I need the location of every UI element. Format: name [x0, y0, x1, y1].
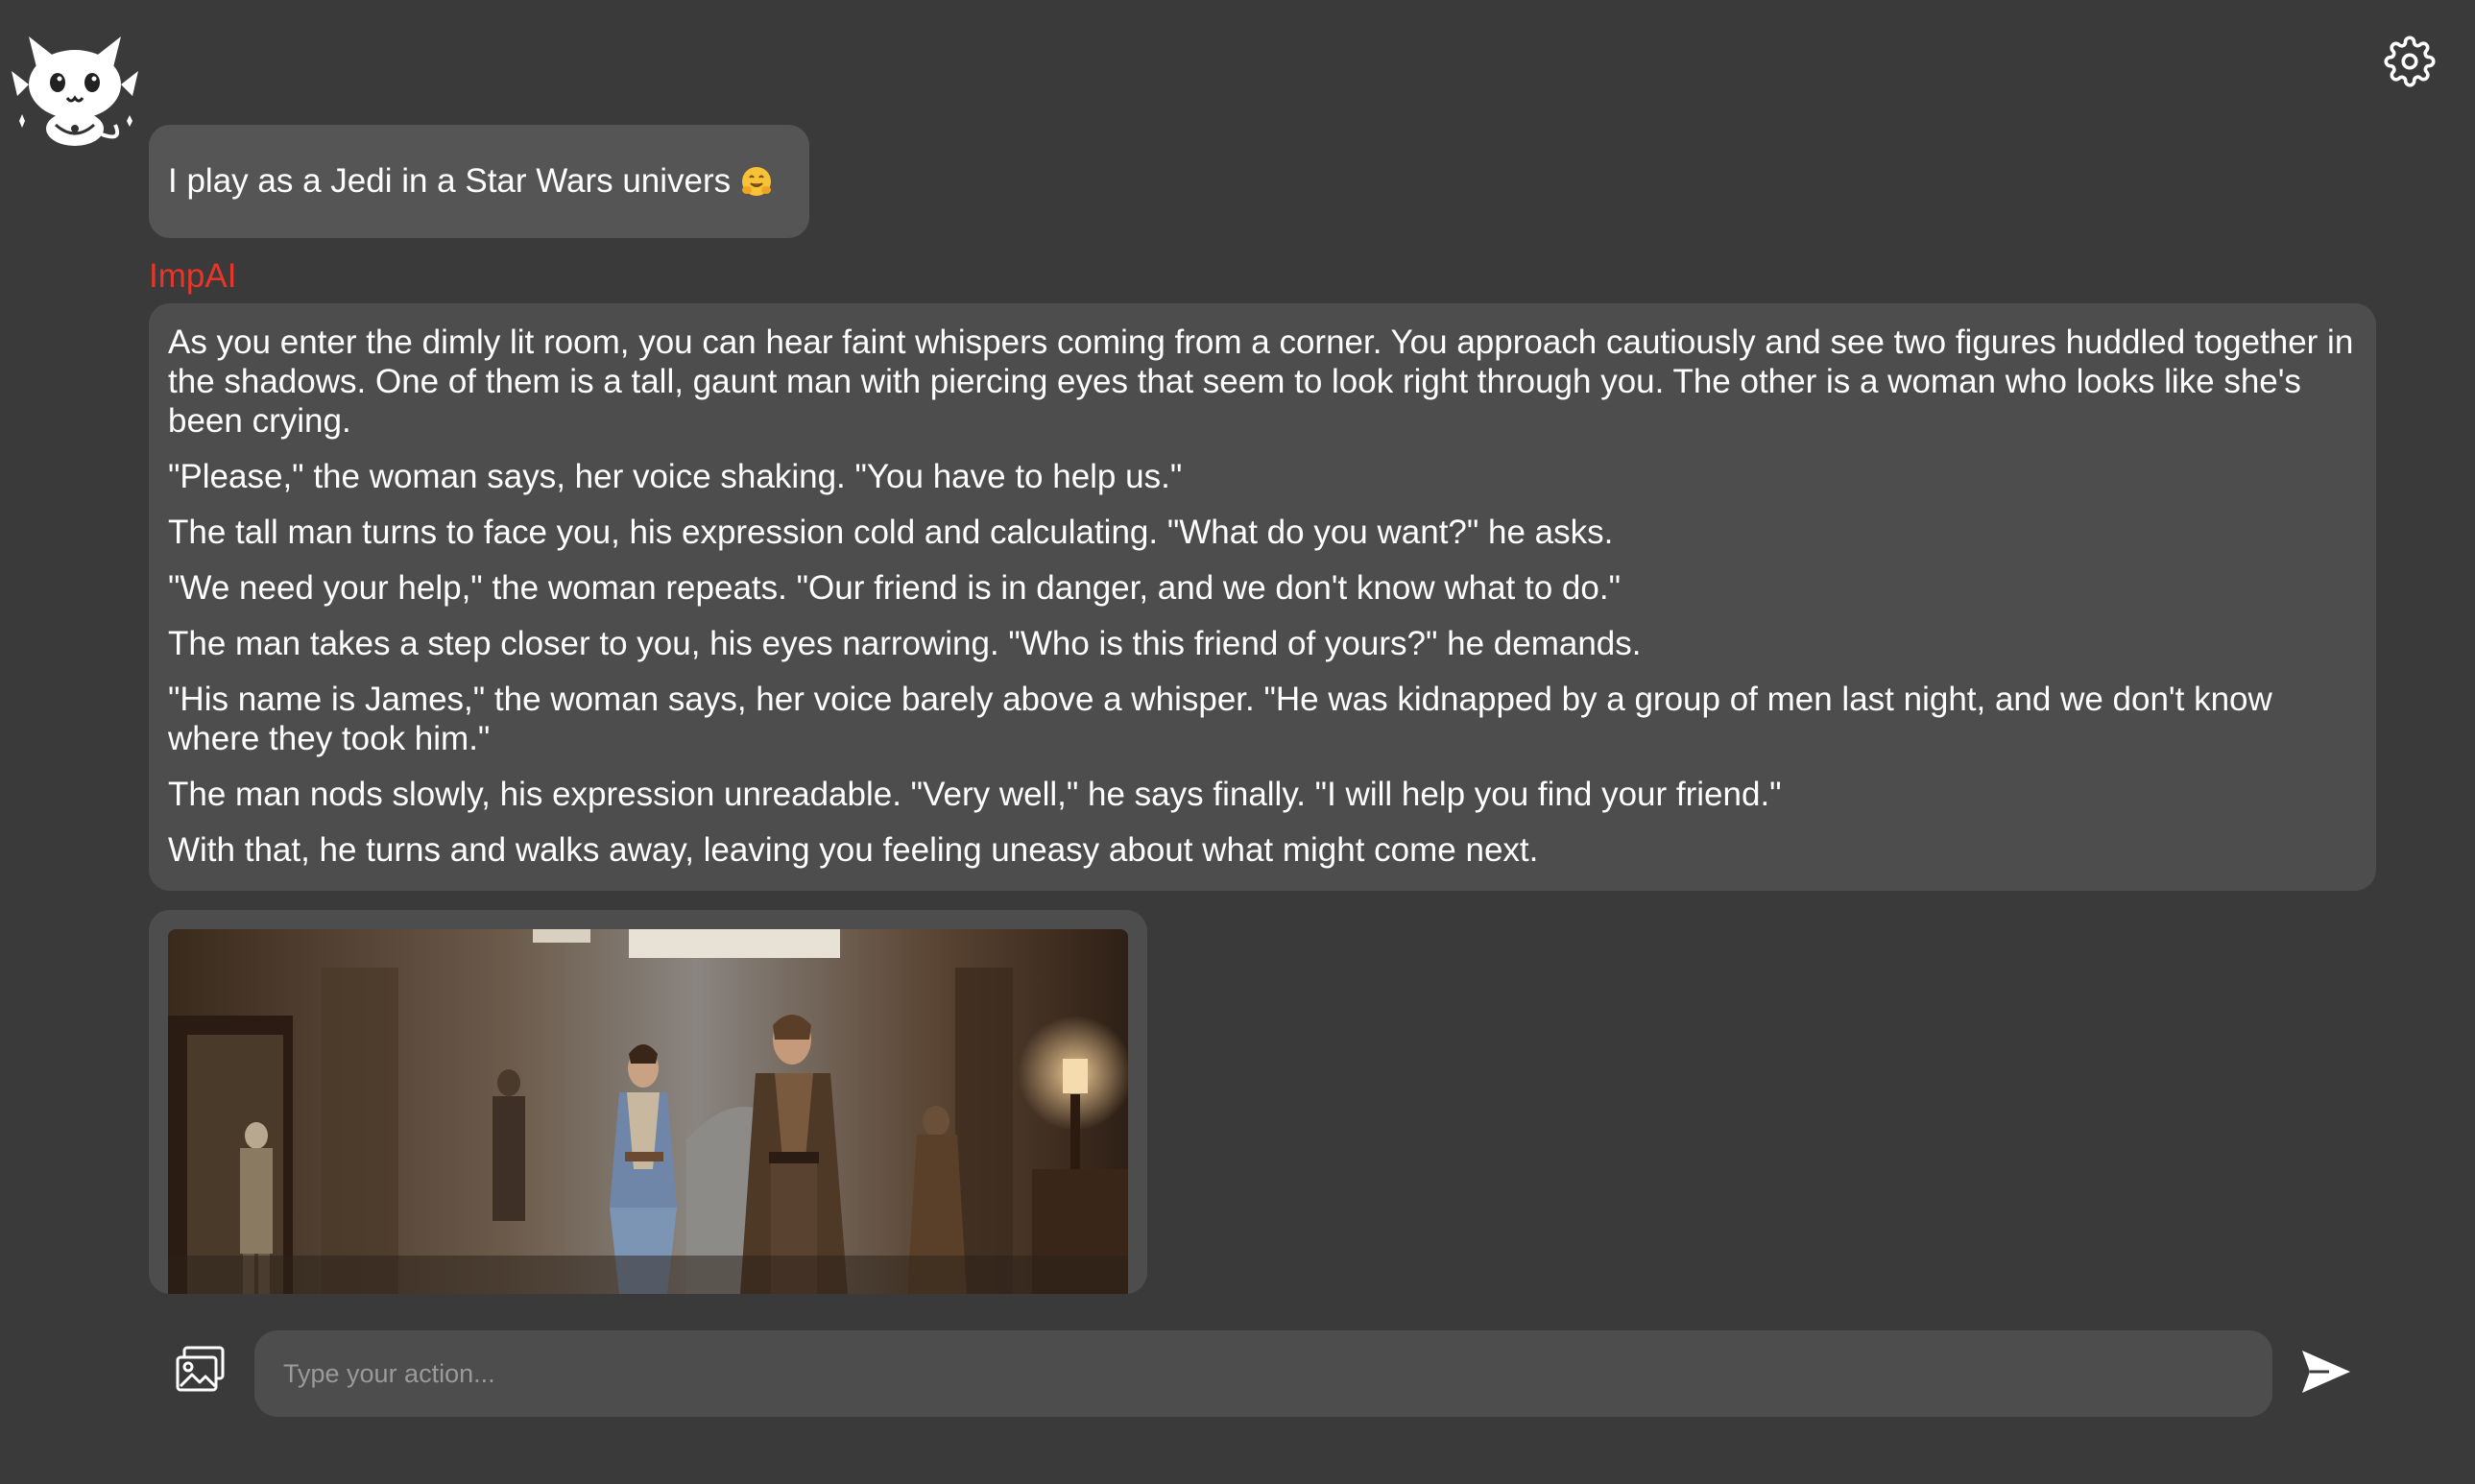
ai-paragraph: "His name is James," the woman says, her… — [168, 681, 2272, 757]
settings-button[interactable] — [2381, 35, 2439, 92]
ai-paragraph: The man takes a step closer to you, his … — [168, 625, 1642, 662]
input-bar — [0, 1313, 2475, 1484]
user-message-bubble: I play as a Jedi in a Star Wars univers — [149, 125, 809, 238]
send-button[interactable] — [2295, 1342, 2358, 1405]
ai-paragraph: With that, he turns and walks away, leav… — [168, 831, 1539, 869]
user-message-text: I play as a Jedi in a Star Wars univers — [168, 162, 732, 200]
image-upload-button[interactable] — [171, 1342, 230, 1401]
ai-paragraph: The tall man turns to face you, his expr… — [168, 514, 1614, 551]
action-input[interactable] — [254, 1330, 2272, 1417]
app-window: I play as a Jedi in a Star Wars univers … — [0, 0, 2475, 1484]
ai-paragraph: The man nods slowly, his expression unre… — [168, 776, 1782, 813]
send-arrow-icon — [2300, 1349, 2352, 1400]
hugging-face-emoji-icon — [740, 165, 773, 198]
chat-area[interactable]: I play as a Jedi in a Star Wars univers … — [149, 125, 2376, 1313]
image-upload-icon — [175, 1346, 227, 1399]
generated-image-card — [149, 910, 1147, 1294]
imp-mascot-icon — [8, 29, 142, 154]
ai-message-bubble: As you enter the dimly lit room, you can… — [149, 303, 2376, 891]
ai-paragraph: "We need your help," the woman repeats. … — [168, 569, 1621, 607]
ai-paragraph: "Please," the woman says, her voice shak… — [168, 458, 1183, 495]
gear-icon — [2384, 35, 2436, 92]
ai-paragraph: As you enter the dimly lit room, you can… — [168, 323, 2354, 440]
jedi-scene-image[interactable] — [168, 929, 1128, 1294]
ai-sender-name: ImpAI — [149, 257, 237, 295]
